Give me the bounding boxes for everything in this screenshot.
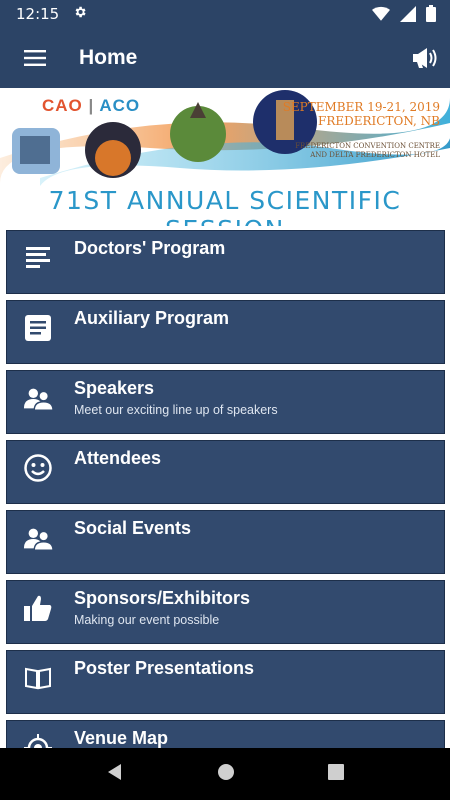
menu-item-attendees[interactable]: Attendees (6, 440, 445, 504)
back-icon[interactable] (106, 763, 124, 786)
menu-item-label: Social Events (74, 518, 192, 538)
menu-item-label: Poster Presentations (74, 658, 255, 678)
smiley-icon (23, 453, 53, 483)
event-venue: FREDERICTON CONVENTION CENTRE AND DELTA … (295, 142, 440, 159)
menu-item-label: Doctors' Program (74, 238, 226, 258)
system-nav-bar (0, 748, 450, 800)
menu-item-sponsors-exhibitors[interactable]: Sponsors/Exhibitors Making our event pos… (6, 580, 445, 644)
thumbs-up-icon (23, 593, 53, 623)
menu-item-doctors-program[interactable]: Doctors' Program (6, 230, 445, 294)
menu-item-label: Speakers (74, 378, 155, 398)
signal-icon (400, 5, 416, 27)
menu-item-label: Sponsors/Exhibitors (74, 588, 251, 608)
hamburger-menu-icon[interactable] (0, 28, 70, 88)
menu-item-auxiliary-program[interactable]: Auxiliary Program (6, 300, 445, 364)
list-lines-icon (23, 243, 53, 273)
settings-gear-icon (73, 5, 87, 24)
cao-aco-logo: CAO | ACO (42, 96, 141, 115)
home-menu: Doctors' Program Auxiliary Program Speak… (6, 230, 445, 790)
status-time: 12:15 (16, 5, 60, 23)
event-dates: SEPTEMBER 19-21, 2019 FREDERICTON, NB (282, 100, 440, 128)
wifi-icon (372, 6, 390, 27)
open-book-icon (23, 663, 53, 693)
battery-icon (426, 5, 436, 27)
status-bar: 12:15 (0, 0, 450, 28)
home-icon[interactable] (217, 763, 235, 786)
people-chat-icon (23, 383, 53, 413)
menu-item-subtitle: Making our event possible (74, 613, 220, 627)
menu-item-subtitle: Meet our exciting line up of speakers (74, 403, 278, 417)
menu-item-social-events[interactable]: Social Events (6, 510, 445, 574)
page-title: Home (79, 46, 138, 69)
people-chat-icon (23, 523, 53, 553)
menu-item-label: Attendees (74, 448, 162, 468)
recents-icon[interactable] (327, 763, 344, 785)
menu-item-speakers[interactable]: Speakers Meet our exciting line up of sp… (6, 370, 445, 434)
menu-item-label: Auxiliary Program (74, 308, 230, 328)
document-icon (23, 313, 53, 343)
event-heading: 71ST ANNUAL SCIENTIFIC SESSION (48, 186, 402, 226)
megaphone-icon[interactable] (408, 42, 440, 74)
app-bar: Home (0, 28, 450, 88)
event-banner: CAO | ACO SEPTEMBER 19-21, 2019 FREDERIC… (0, 88, 450, 226)
menu-item-label: Venue Map (74, 728, 169, 748)
menu-item-poster-presentations[interactable]: Poster Presentations (6, 650, 445, 714)
